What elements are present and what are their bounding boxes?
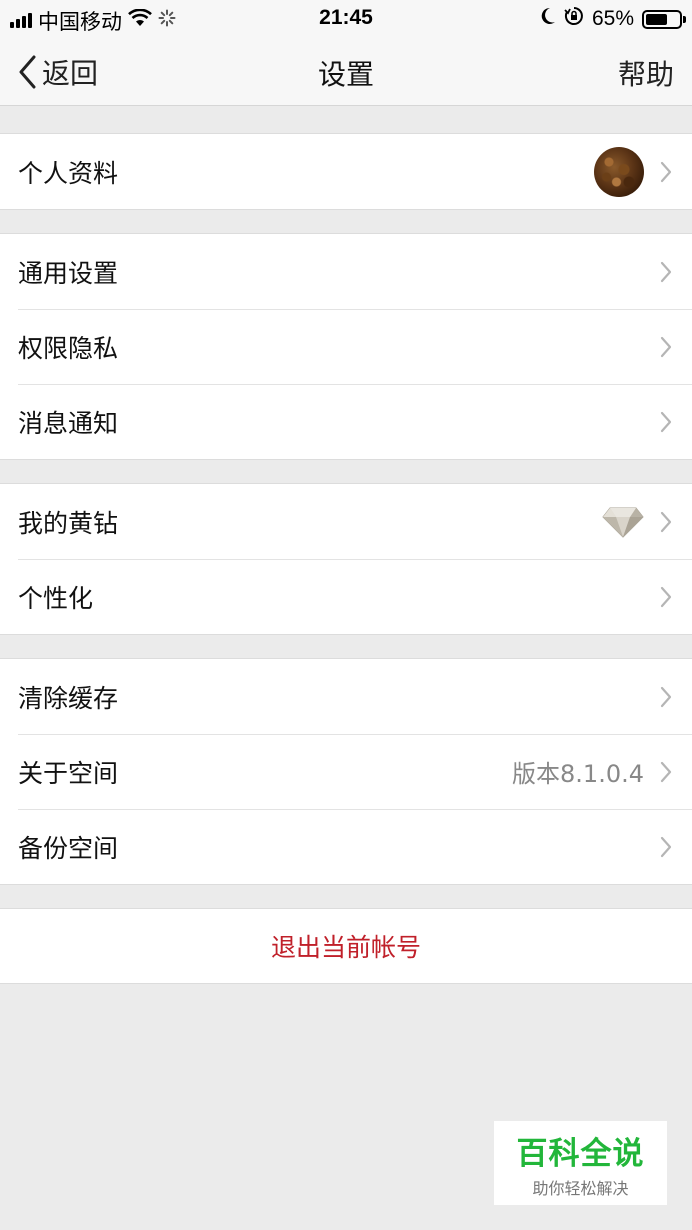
chevron-right-icon [660,511,672,532]
chevron-left-icon [19,55,36,89]
version-value: 版本8.1.0.4 [512,760,644,788]
watermark-subtitle: 助你轻松解决 [532,1178,629,1198]
menu-item-label: 我的黄钻 [18,508,119,538]
menu-item-personalization[interactable]: 个性化 [0,559,692,634]
menu-item-label: 个人资料 [18,158,119,188]
group-personalization: 我的黄钻 个性化 [0,483,692,635]
chevron-right-icon [660,686,672,707]
menu-item-label: 清除缓存 [18,683,119,713]
menu-item-permissions-privacy[interactable]: 权限隐私 [0,309,692,384]
chevron-right-icon [660,261,672,282]
logout-button[interactable]: 退出当前帐号 [0,909,692,983]
menu-item-clear-cache[interactable]: 清除缓存 [0,659,692,734]
status-bar: 中国移动 21:45 65% [0,0,692,36]
battery-icon [642,9,686,29]
menu-item-profile[interactable]: 个人资料 [0,134,692,209]
chevron-right-icon [660,761,672,782]
watermark-logo: 百科全说 助你轻松解决 [494,1121,667,1205]
group-storage-about: 清除缓存 关于空间 版本8.1.0.4 备份空间 [0,658,692,885]
avatar [594,146,644,197]
menu-item-notifications[interactable]: 消息通知 [0,384,692,459]
group-logout: 退出当前帐号 [0,908,692,984]
menu-item-yellow-diamond[interactable]: 我的黄钻 [0,484,692,559]
status-right: 65% [540,6,686,32]
battery-percent: 65% [591,7,634,30]
menu-item-label: 个性化 [18,583,94,613]
menu-item-label: 备份空间 [18,833,119,863]
moon-icon [540,7,556,31]
menu-item-label: 消息通知 [18,408,119,438]
page-title: 设置 [317,58,374,91]
navigation-bar: 返回 设置 帮助 [0,36,692,106]
chevron-right-icon [660,336,672,357]
group-settings: 通用设置 权限隐私 消息通知 [0,233,692,460]
menu-item-label: 权限隐私 [18,333,119,363]
group-profile: 个人资料 [0,133,692,210]
chevron-right-icon [660,586,672,607]
back-label: 返回 [42,57,99,90]
orientation-lock-icon [564,6,584,32]
menu-item-label: 关于空间 [18,758,119,788]
menu-item-general-settings[interactable]: 通用设置 [0,234,692,309]
watermark-title: 百科全说 [516,1135,645,1172]
diamond-icon [602,507,644,538]
chevron-right-icon [660,411,672,432]
chevron-right-icon [660,836,672,857]
menu-item-about[interactable]: 关于空间 版本8.1.0.4 [0,734,692,809]
menu-item-backup[interactable]: 备份空间 [0,809,692,884]
help-button[interactable]: 帮助 [618,53,674,93]
back-button[interactable]: 返回 [18,52,98,92]
chevron-right-icon [660,161,672,182]
menu-item-label: 通用设置 [18,258,119,288]
